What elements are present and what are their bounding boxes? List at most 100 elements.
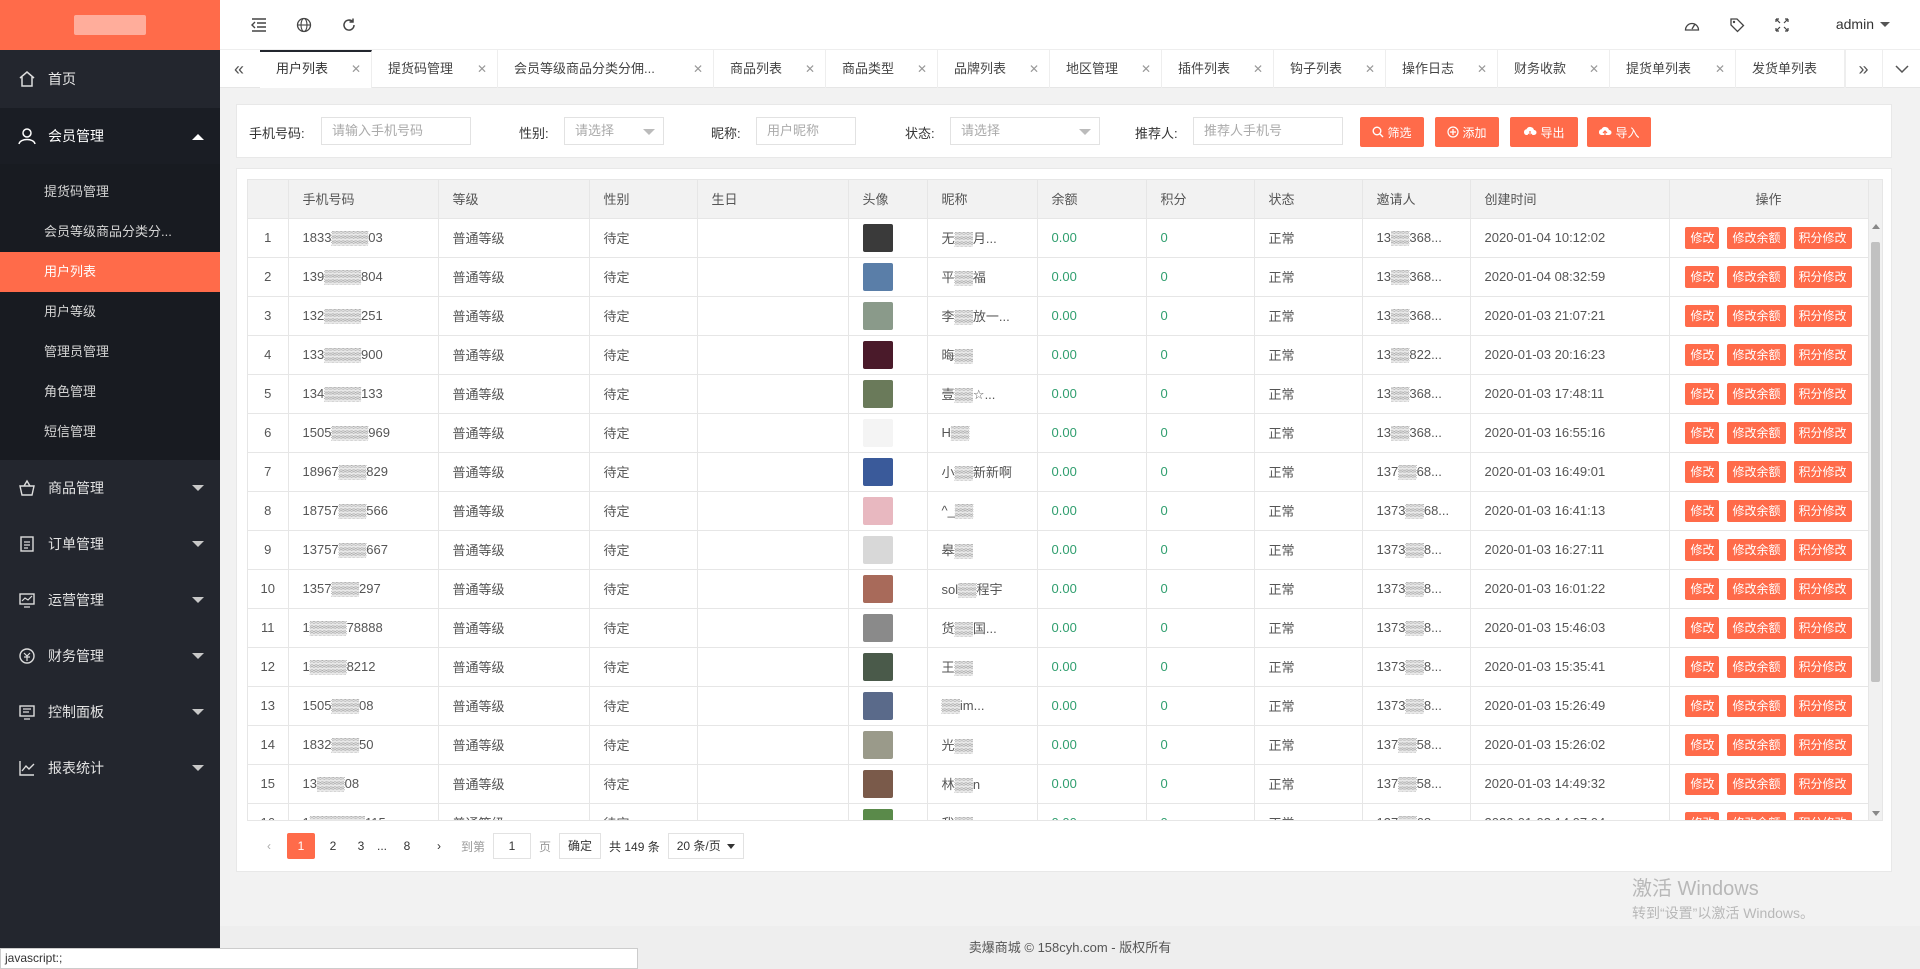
referrer-input[interactable]: 推荐人手机号 — [1193, 117, 1343, 145]
sidebar-item-user-level[interactable]: 用户等级 — [0, 292, 220, 332]
page-3[interactable]: 3 — [351, 833, 371, 859]
edit-points-button[interactable]: 积分修改 — [1793, 694, 1852, 717]
avatar[interactable] — [862, 730, 893, 759]
column-header-created[interactable]: 创建时间 — [1470, 180, 1670, 219]
avatar[interactable] — [862, 769, 893, 798]
edit-balance-button[interactable]: 修改余额 — [1727, 460, 1786, 483]
avatar[interactable] — [862, 262, 893, 291]
avatar[interactable] — [862, 301, 893, 330]
edit-points-button[interactable]: 积分修改 — [1793, 499, 1852, 522]
column-header-inviter[interactable]: 邀请人 — [1362, 180, 1471, 219]
page-8[interactable]: 8 — [393, 833, 421, 859]
goto-confirm-button[interactable]: 确定 — [559, 833, 602, 859]
next-page-icon[interactable]: › — [425, 833, 453, 859]
close-icon[interactable]: ✕ — [351, 52, 361, 86]
table-row[interactable]: 8 18757▒▒▒566 普通等级 待定 ^_▒▒ 0.00 0 正常 1373▒▒68...… — [248, 491, 1869, 531]
edit-button[interactable]: 修改 — [1685, 382, 1720, 405]
table-scrollbar[interactable] — [1868, 180, 1882, 820]
edit-balance-button[interactable]: 修改余额 — [1727, 421, 1786, 444]
edit-balance-button[interactable]: 修改余额 — [1727, 265, 1786, 288]
column-header-avatar[interactable]: 头像 — [848, 180, 928, 219]
table-row[interactable]: 1 1833▒▒▒▒03 普通等级 待定 无▒▒月... 0.00 0 正常 13▒▒368..… — [248, 218, 1869, 258]
edit-balance-button[interactable]: 修改余额 — [1727, 499, 1786, 522]
close-icon[interactable]: ✕ — [1715, 50, 1725, 88]
edit-balance-button[interactable]: 修改余额 — [1727, 616, 1786, 639]
column-header-status[interactable]: 状态 — [1254, 180, 1363, 219]
sidebar-item-control-panel[interactable]: 控制面板 — [0, 684, 220, 740]
close-icon[interactable]: ✕ — [1141, 50, 1151, 88]
page-size-select[interactable]: 20 条/页 — [667, 833, 744, 859]
avatar[interactable] — [862, 613, 893, 642]
table-row[interactable]: 7 18967▒▒▒829 普通等级 待定 小▒▒新新啊 0.00 0 正常 137▒▒68..… — [248, 452, 1869, 492]
edit-button[interactable]: 修改 — [1685, 226, 1720, 249]
prev-page-icon[interactable]: ‹ — [255, 833, 283, 859]
edit-points-button[interactable]: 积分修改 — [1793, 421, 1852, 444]
edit-button[interactable]: 修改 — [1685, 694, 1720, 717]
edit-balance-button[interactable]: 修改余额 — [1727, 733, 1786, 756]
sidebar-item-goods[interactable]: 商品管理 — [0, 460, 220, 516]
tab-delivery-orders[interactable]: 发货单列表 — [1736, 50, 1846, 88]
avatar[interactable] — [862, 379, 893, 408]
table-row[interactable]: 10 1357▒▒▒297 普通等级 待定 sol▒▒程宇 0.00 0 正常 1373▒▒8.… — [248, 569, 1869, 609]
avatar[interactable] — [862, 418, 893, 447]
sidebar-item-user-list[interactable]: 用户列表 — [0, 252, 220, 292]
tab-goods-type[interactable]: 商品类型 ✕ — [826, 50, 938, 88]
table-row[interactable]: 13 1505▒▒▒08 普通等级 待定 ▒▒im... 0.00 0 正常 1373▒▒8..… — [248, 686, 1869, 726]
close-icon[interactable]: ✕ — [1477, 50, 1487, 88]
nickname-input[interactable]: 用户昵称 — [756, 117, 856, 145]
sidebar-item-operations[interactable]: 运营管理 — [0, 572, 220, 628]
column-header-nickname[interactable]: 昵称 — [927, 180, 1038, 219]
table-row[interactable]: 4 133▒▒▒▒900 普通等级 待定 晦▒▒ 0.00 0 正常 13▒▒822... 202… — [248, 335, 1869, 375]
close-icon[interactable]: ✕ — [1365, 50, 1375, 88]
table-row[interactable]: 12 1▒▒▒▒8212 普通等级 待定 王▒▒ 0.00 0 正常 1373▒▒8... 202… — [248, 647, 1869, 687]
edit-points-button[interactable]: 积分修改 — [1793, 616, 1852, 639]
gender-select[interactable]: 请选择 — [564, 117, 664, 145]
tabs-dropdown-icon[interactable] — [1882, 50, 1920, 88]
avatar[interactable] — [862, 691, 893, 720]
status-select[interactable]: 请选择 — [950, 117, 1100, 145]
edit-button[interactable]: 修改 — [1685, 343, 1720, 366]
table-row[interactable]: 9 13757▒▒▒667 普通等级 待定 皋▒▒ 0.00 0 正常 1373▒▒8... 20… — [248, 530, 1869, 570]
tab-plugins[interactable]: 插件列表 ✕ — [1162, 50, 1274, 88]
scroll-down-icon[interactable] — [1872, 811, 1880, 816]
page-2[interactable]: 2 — [319, 833, 347, 859]
close-icon[interactable]: ✕ — [1029, 50, 1039, 88]
scrollbar-thumb[interactable] — [1871, 242, 1880, 682]
sidebar-item-finance[interactable]: 财务管理 — [0, 628, 220, 684]
table-row[interactable]: 5 134▒▒▒▒133 普通等级 待定 壹▒▒☆... 0.00 0 正常 13▒▒368..… — [248, 374, 1869, 414]
avatar[interactable] — [862, 574, 893, 603]
import-button[interactable]: 导入 — [1587, 117, 1651, 147]
sidebar-item-sms[interactable]: 短信管理 — [0, 412, 220, 452]
table-row[interactable]: 2 139▒▒▒▒804 普通等级 待定 平▒▒福 0.00 0 正常 13▒▒368... 20… — [248, 257, 1869, 297]
close-icon[interactable]: ✕ — [693, 50, 703, 88]
edit-balance-button[interactable]: 修改余额 — [1727, 772, 1786, 795]
tab-operation-log[interactable]: 操作日志 ✕ — [1386, 50, 1498, 88]
fullscreen-icon[interactable] — [1771, 14, 1793, 36]
tab-brand-list[interactable]: 品牌列表 ✕ — [938, 50, 1050, 88]
tabs-scroll-right-icon[interactable]: » — [1844, 50, 1882, 88]
table-row[interactable]: 161▒▒▒▒▒▒115普通等级待定 我▒▒0.000正常137▒▒68...20… — [248, 803, 1869, 820]
column-header-level[interactable]: 等级 — [438, 180, 590, 219]
column-header-birthday[interactable]: 生日 — [697, 180, 849, 219]
column-header-phone[interactable]: 手机号码 — [288, 180, 439, 219]
tab-hooks[interactable]: 钩子列表 ✕ — [1274, 50, 1386, 88]
edit-points-button[interactable]: 积分修改 — [1793, 265, 1852, 288]
edit-button[interactable]: 修改 — [1685, 577, 1720, 600]
menu-collapse-icon[interactable] — [248, 14, 270, 36]
tag-icon[interactable] — [1726, 14, 1748, 36]
edit-button[interactable]: 修改 — [1685, 304, 1720, 327]
edit-button[interactable]: 修改 — [1685, 421, 1720, 444]
scroll-up-icon[interactable] — [1872, 224, 1880, 229]
edit-points-button[interactable]: 积分修改 — [1793, 304, 1852, 327]
sidebar-item-admin[interactable]: 管理员管理 — [0, 332, 220, 372]
close-icon[interactable]: ✕ — [917, 50, 927, 88]
edit-points-button[interactable]: 积分修改 — [1793, 538, 1852, 561]
edit-points-button[interactable]: 积分修改 — [1793, 226, 1852, 249]
tab-pickup-orders[interactable]: 提货单列表 ✕ — [1610, 50, 1736, 88]
edit-points-button[interactable]: 积分修改 — [1793, 733, 1852, 756]
tab-goods-list[interactable]: 商品列表 ✕ — [714, 50, 826, 88]
edit-button[interactable]: 修改 — [1685, 499, 1720, 522]
edit-balance-button[interactable]: 修改余额 — [1727, 382, 1786, 405]
edit-balance-button[interactable]: 修改余额 — [1727, 226, 1786, 249]
sidebar-item-orders[interactable]: 订单管理 — [0, 516, 220, 572]
